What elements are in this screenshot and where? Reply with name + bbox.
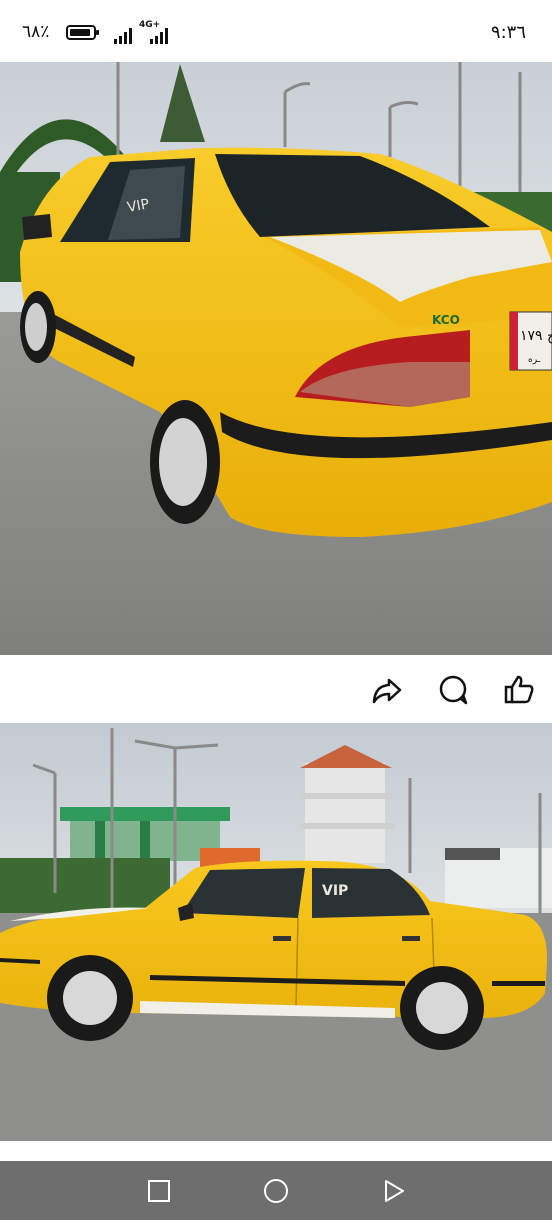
thumbs-up-icon[interactable] — [502, 673, 536, 707]
feed-spacer — [0, 1141, 552, 1161]
battery-icon — [66, 25, 99, 40]
share-icon[interactable] — [370, 673, 404, 707]
battery-percentage: ٦٨٪ — [22, 22, 50, 42]
comment-icon[interactable] — [436, 673, 470, 707]
square-icon[interactable] — [145, 1177, 173, 1205]
post-photo-rear-view[interactable]: ۱۷۹ ج ـره KCO VIP — [0, 62, 552, 655]
post-actions-row — [0, 655, 552, 723]
signal-strength-icon-2 — [150, 26, 172, 44]
car-badge-text: KCO — [432, 313, 460, 327]
license-plate-text: ۱۷۹ ج — [520, 328, 552, 344]
status-bar: ٦٨٪ 4G+ ٩:٣٦ — [0, 0, 552, 62]
signal-strength-icon — [114, 26, 136, 44]
circle-icon[interactable] — [262, 1177, 290, 1205]
post-photo-side-view[interactable]: VIP — [0, 723, 552, 1141]
taxi-rear-image: ۱۷۹ ج ـره KCO VIP — [0, 62, 552, 655]
system-navigation-bar — [0, 1161, 552, 1220]
clock: ٩:٣٦ — [490, 22, 526, 43]
window-sign-text-side: VIP — [322, 883, 348, 899]
triangle-back-icon[interactable] — [380, 1177, 408, 1205]
taxi-side-image: VIP — [0, 723, 552, 1141]
license-plate-region: ـره — [528, 355, 541, 365]
